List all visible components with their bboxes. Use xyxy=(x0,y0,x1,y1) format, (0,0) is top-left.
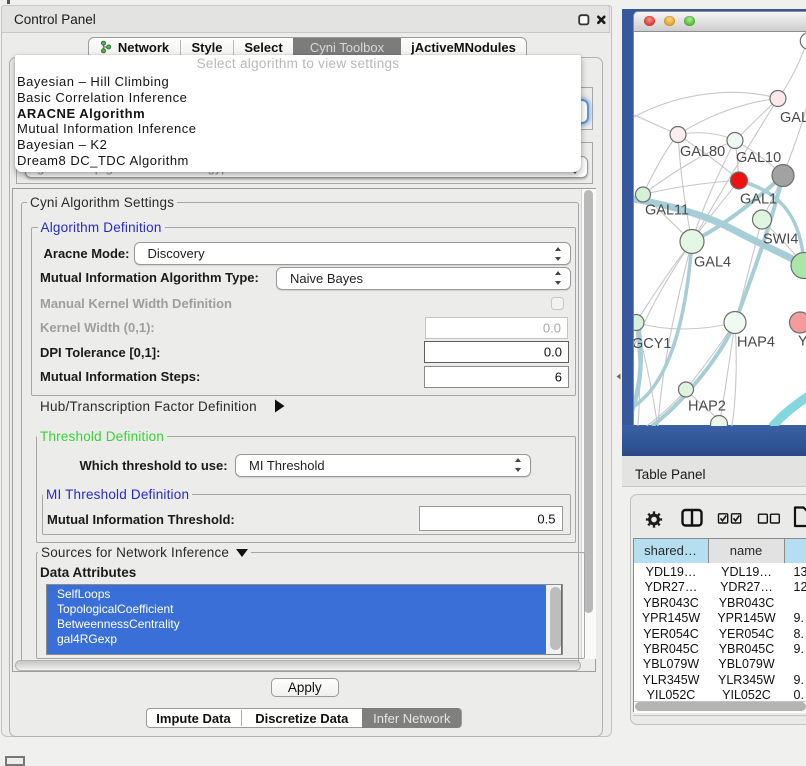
svg-text:GAL4: GAL4 xyxy=(694,254,731,270)
svg-text:HAP4: HAP4 xyxy=(737,334,775,350)
svg-text:GAL10: GAL10 xyxy=(736,150,781,166)
svg-text:GAL2: GAL2 xyxy=(780,110,806,126)
svg-text:GCY1: GCY1 xyxy=(634,336,672,352)
svg-text:GAL11: GAL11 xyxy=(645,202,689,218)
svg-text:Y: Y xyxy=(798,333,806,349)
svg-text:SWI4: SWI4 xyxy=(763,231,798,247)
svg-text:GAL80: GAL80 xyxy=(680,144,725,160)
svg-text:HAP2: HAP2 xyxy=(688,398,726,414)
svg-text:GAL1: GAL1 xyxy=(740,191,777,207)
